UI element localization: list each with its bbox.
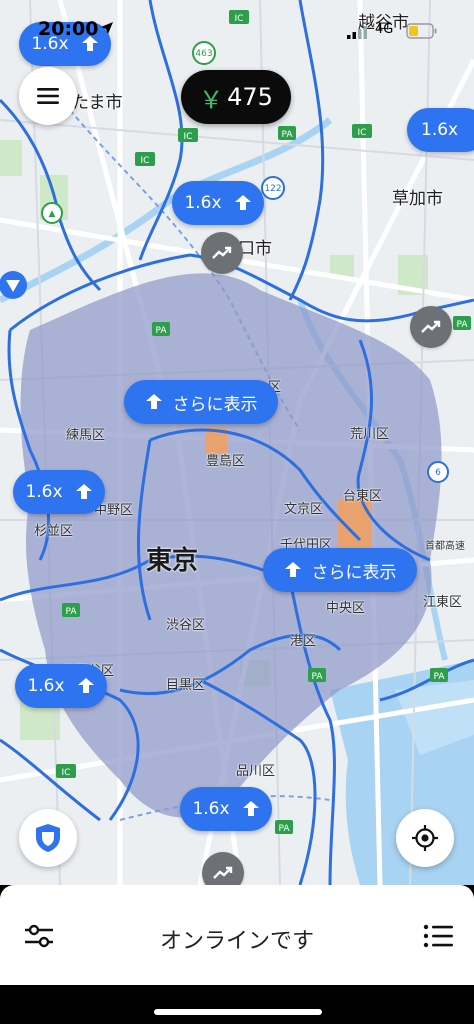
place-label-arakawa: 荒川区 <box>350 427 390 442</box>
place-label-toshima: 豊島区 <box>206 454 246 469</box>
surge-arrow-icon <box>77 678 94 693</box>
place-label-meguro: 目黒区 <box>166 678 206 693</box>
home-indicator-bar <box>0 985 474 1024</box>
svg-text:PA: PA <box>281 130 293 140</box>
place-label-suginami: 杉並区 <box>34 524 74 539</box>
svg-text:463: 463 <box>195 49 212 59</box>
surge-multiplier: 1.6x <box>192 799 230 819</box>
surge-multiplier: 1.6x <box>184 193 222 213</box>
surge-badge[interactable]: 1.6x <box>407 108 474 152</box>
show-more-button[interactable]: さらに表示 <box>263 548 417 592</box>
surge-badge[interactable]: 1.6x <box>180 787 272 831</box>
place-label-shibuya: 渋谷区 <box>166 618 206 633</box>
place-label-tokyo: 東京 <box>146 546 199 576</box>
place-label-soka: 草加市 <box>392 189 443 209</box>
svg-text:PA: PA <box>433 672 445 682</box>
trending-up-icon <box>212 246 232 259</box>
trending-up-icon <box>213 866 233 879</box>
hamburger-icon <box>37 88 59 104</box>
list-icon[interactable] <box>421 920 455 952</box>
place-label-taito: 台東区 <box>343 489 383 504</box>
surge-arrow-icon <box>145 394 162 409</box>
status-time: 20:00 <box>38 18 99 40</box>
svg-text:6: 6 <box>435 468 441 478</box>
location-arrow-icon <box>101 22 113 34</box>
svg-text:PA: PA <box>278 824 290 834</box>
map-view[interactable]: IC IC IC IC PA PA PA PA PA IC PA PA 463 … <box>0 0 474 885</box>
yen-symbol: ￥ <box>199 85 224 114</box>
svg-text:IC: IC <box>358 128 367 138</box>
svg-text:PA: PA <box>65 607 77 617</box>
svg-text:PA: PA <box>155 326 167 336</box>
svg-text:IC: IC <box>141 156 150 166</box>
place-label-bunkyo: 文京区 <box>284 502 324 517</box>
battery-icon <box>406 23 437 39</box>
place-label-minato: 港区 <box>290 634 317 649</box>
svg-text:IC: IC <box>62 768 71 778</box>
show-more-label: さらに表示 <box>172 394 258 415</box>
place-label-expressway: 首都高速 <box>425 541 465 552</box>
place-label-kawaguchi: 口市 <box>238 239 272 259</box>
shield-icon <box>36 824 60 852</box>
trending-marker[interactable] <box>410 306 452 348</box>
safety-button[interactable] <box>19 809 77 867</box>
svg-text:PA: PA <box>311 672 323 682</box>
svg-text:122: 122 <box>264 184 281 194</box>
menu-button[interactable] <box>19 67 77 125</box>
surge-badge[interactable]: 1.6x <box>13 470 105 514</box>
place-label-nerima: 練馬区 <box>66 428 106 443</box>
place-label-chuo: 中央区 <box>326 601 366 616</box>
home-indicator[interactable] <box>154 1009 322 1015</box>
surge-badge[interactable]: 1.6x <box>15 664 107 708</box>
show-more-button[interactable]: さらに表示 <box>124 380 278 424</box>
place-label-koto: 江東区 <box>423 595 463 610</box>
surge-multiplier: 1.6x <box>25 482 63 502</box>
network-type: 4G <box>375 22 394 37</box>
signal-icon <box>347 26 367 39</box>
place-label-shinagawa: 品川区 <box>236 764 276 779</box>
bottom-panel: オンラインです <box>0 885 474 985</box>
place-label-saitama: たま市 <box>72 93 123 113</box>
earnings-amount: 475 <box>227 83 273 111</box>
trending-marker[interactable] <box>201 232 243 274</box>
surge-arrow-icon <box>284 562 301 577</box>
surge-arrow-icon <box>75 484 92 499</box>
surge-multiplier: 1.6x <box>27 676 65 696</box>
locate-icon <box>412 825 438 851</box>
status-bar: 20:00 4G <box>0 0 474 50</box>
show-more-label: さらに表示 <box>311 562 397 583</box>
svg-text:PA: PA <box>456 320 468 330</box>
svg-text:▲: ▲ <box>49 209 56 219</box>
earnings-pill[interactable]: ￥ 475 <box>181 70 291 124</box>
surge-multiplier: 1.6x <box>421 120 459 140</box>
surge-badge[interactable]: 1.6x <box>172 181 264 225</box>
surge-arrow-icon <box>242 801 259 816</box>
online-status[interactable]: オンラインです <box>0 923 474 955</box>
recenter-button[interactable] <box>396 809 454 867</box>
svg-text:IC: IC <box>184 132 193 142</box>
surge-arrow-icon <box>234 195 251 210</box>
trending-up-icon <box>421 320 441 333</box>
